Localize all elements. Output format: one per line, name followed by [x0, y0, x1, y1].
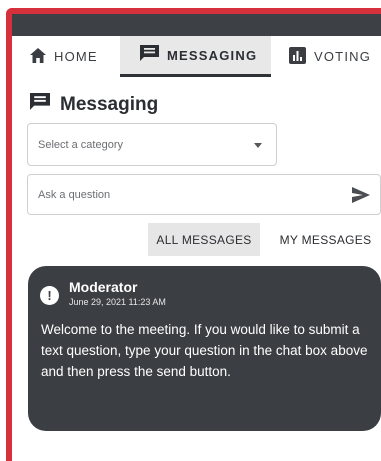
home-icon	[30, 47, 46, 66]
tab-bar: HOME MESSAGING VOTING	[12, 36, 381, 77]
all-messages-button[interactable]: ALL MESSAGES	[148, 223, 260, 256]
question-input[interactable]	[28, 175, 328, 214]
message-card: ! Moderator June 29, 2021 11:23 AM Welco…	[28, 266, 381, 431]
send-icon[interactable]	[352, 187, 370, 203]
alert-icon: !	[40, 286, 59, 305]
page-title-text: Messaging	[60, 93, 159, 115]
tab-home[interactable]: HOME	[30, 36, 130, 77]
message-text: Welcome to the meeting. If you would lik…	[41, 322, 368, 379]
tab-messaging-label: MESSAGING	[167, 47, 258, 63]
chat-icon	[30, 93, 50, 116]
top-bar	[12, 14, 381, 36]
question-field	[27, 174, 381, 215]
app-window: HOME MESSAGING VOTING Messaging Select a…	[0, 0, 381, 461]
chat-icon	[140, 45, 159, 65]
tab-messaging[interactable]: MESSAGING	[120, 36, 271, 77]
my-messages-button[interactable]: MY MESSAGES	[270, 223, 381, 256]
message-author: Moderator	[69, 279, 138, 295]
messaging-panel: HOME MESSAGING VOTING Messaging Select a…	[12, 36, 381, 461]
tab-voting-label: VOTING	[314, 49, 372, 64]
category-select-value: Select a category	[38, 138, 123, 151]
category-select[interactable]: Select a category	[27, 123, 277, 166]
chevron-down-icon	[254, 143, 262, 148]
page-title: Messaging	[30, 93, 158, 116]
bar-chart-icon	[289, 46, 306, 67]
tab-home-label: HOME	[54, 49, 98, 64]
message-timestamp: June 29, 2021 11:23 AM	[69, 297, 166, 307]
tab-voting[interactable]: VOTING	[289, 36, 381, 77]
